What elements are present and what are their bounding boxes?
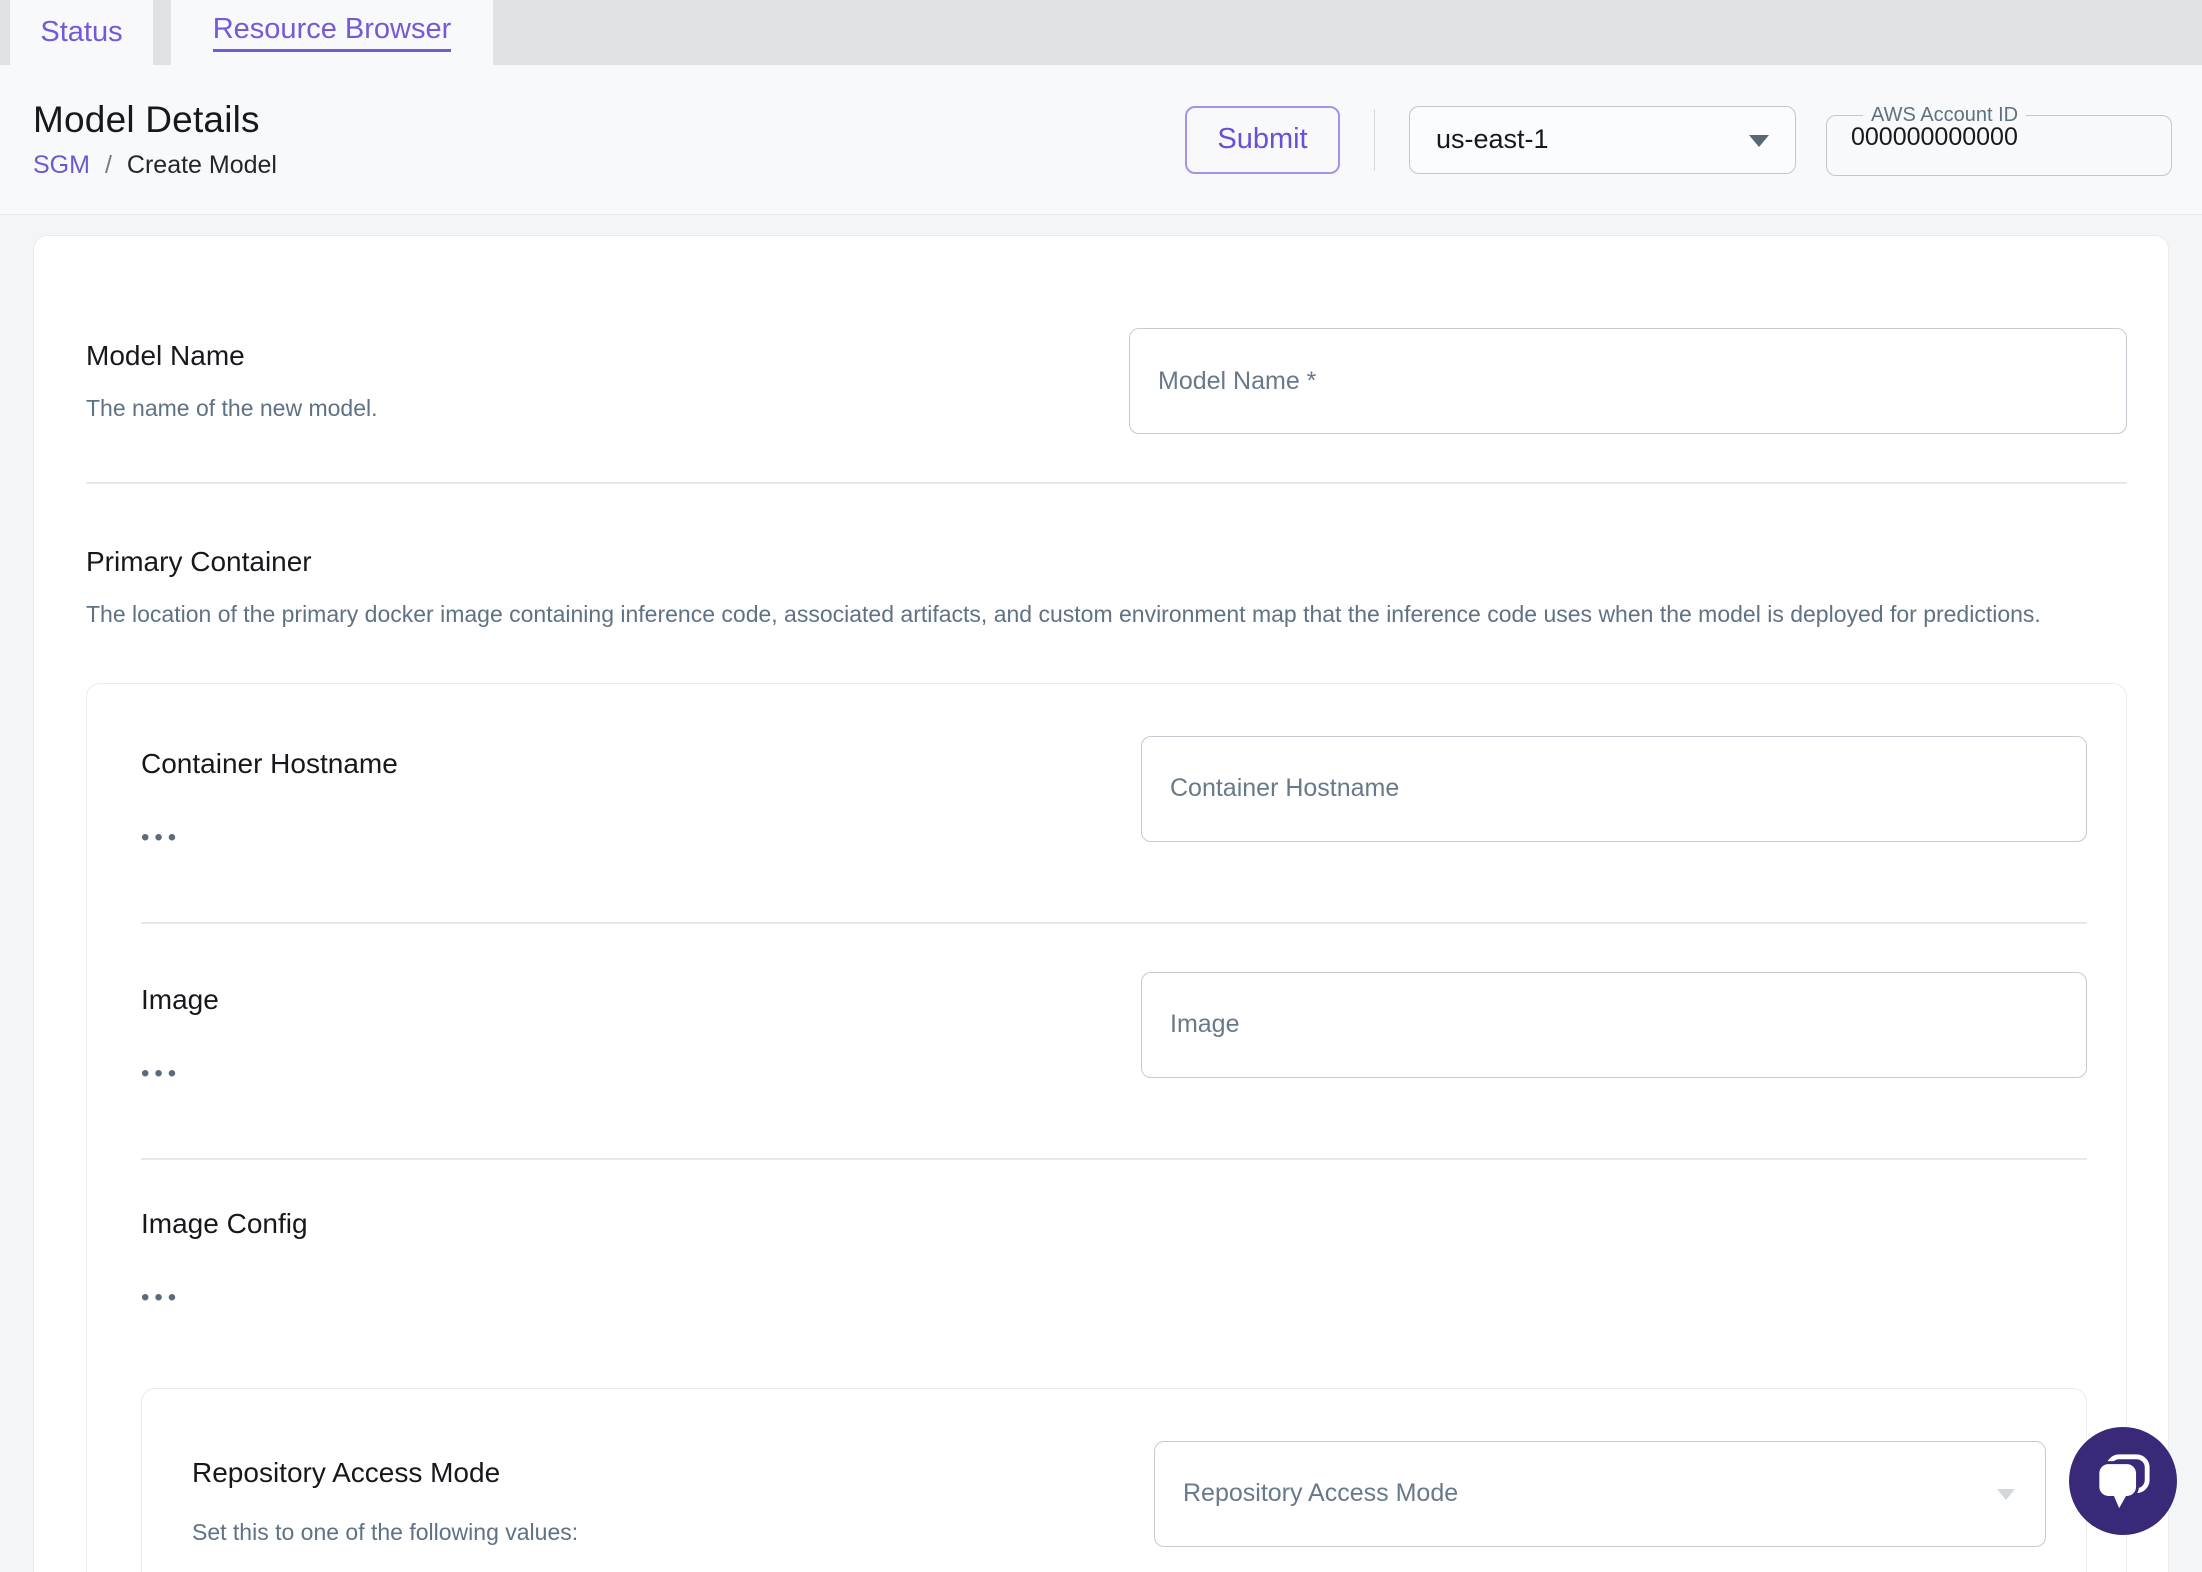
repository-access-mode-select[interactable]: Repository Access Mode xyxy=(1154,1440,2046,1547)
image-info: Image ••• xyxy=(141,972,1141,1086)
repo-mode-platform-text: - The model image is hosted in Amazon EC… xyxy=(342,1568,807,1572)
tab-resource-browser[interactable]: Resource Browser xyxy=(171,0,493,65)
chat-widget-button[interactable] xyxy=(2069,1427,2177,1535)
chat-bubbles-icon xyxy=(2096,1454,2150,1509)
title-block: Model Details SGM / Create Model xyxy=(33,99,277,180)
model-name-heading: Model Name xyxy=(86,340,245,371)
repository-access-mode-description: Set this to one of the following values: xyxy=(192,1518,579,1545)
image-config-group: Repository Access Mode Set this to one o… xyxy=(141,1387,2087,1572)
primary-container-group: Container Hostname ••• Image ••• xyxy=(86,682,2127,1572)
page-header: Model Details SGM / Create Model Submit … xyxy=(0,65,2202,215)
repository-access-mode-options-help: Platform - The model image is hosted in … xyxy=(192,1560,1094,1572)
model-name-row: Model Name The name of the new model. xyxy=(86,328,2127,434)
region-select-value: us-east-1 xyxy=(1436,124,1549,154)
row-divider xyxy=(141,921,2087,924)
image-config-label: Image Config xyxy=(141,1207,308,1239)
tab-status[interactable]: Status xyxy=(10,0,153,65)
repository-access-mode-label: Repository Access Mode xyxy=(192,1456,501,1488)
container-hostname-input[interactable] xyxy=(1141,735,2087,842)
container-hostname-info: Container Hostname ••• xyxy=(141,736,1141,850)
model-details-card: Model Name The name of the new model. Pr… xyxy=(33,235,2169,1572)
breadcrumb: SGM / Create Model xyxy=(33,151,277,180)
container-hostname-expander[interactable]: ••• xyxy=(141,825,181,850)
image-label: Image xyxy=(141,983,219,1015)
breadcrumb-link-sgm[interactable]: SGM xyxy=(33,151,90,180)
image-row: Image ••• xyxy=(141,971,2087,1086)
tab-status-label: Status xyxy=(40,16,123,48)
tab-bar: Status Resource Browser xyxy=(0,0,2202,65)
submit-button[interactable]: Submit xyxy=(1185,105,1340,174)
main-content: Model Name The name of the new model. Pr… xyxy=(0,215,2202,1572)
primary-container-heading: Primary Container xyxy=(86,546,312,577)
image-config-expander[interactable]: ••• xyxy=(141,1285,181,1310)
image-expander[interactable]: ••• xyxy=(141,1061,181,1086)
model-name-input[interactable] xyxy=(1129,328,2127,434)
breadcrumb-separator: / xyxy=(104,151,112,179)
model-name-info: Model Name The name of the new model. xyxy=(86,328,1129,427)
aws-account-id-field: AWS Account ID xyxy=(1826,103,2172,176)
page-title: Model Details xyxy=(33,99,260,140)
container-hostname-label: Container Hostname xyxy=(141,747,398,779)
region-select[interactable]: us-east-1 xyxy=(1409,105,1796,174)
primary-container-section: Primary Container The location of the pr… xyxy=(86,546,2127,1572)
container-hostname-row: Container Hostname ••• xyxy=(141,735,2087,850)
repository-access-mode-placeholder: Repository Access Mode xyxy=(1183,1479,1459,1508)
breadcrumb-current: Create Model xyxy=(126,151,277,179)
image-input[interactable] xyxy=(1141,971,2087,1078)
header-divider xyxy=(1374,108,1375,171)
chevron-down-icon xyxy=(1997,1488,2015,1500)
chevron-down-icon xyxy=(1749,134,1769,147)
model-name-description: The name of the new model. xyxy=(86,395,378,421)
primary-container-description: The location of the primary docker image… xyxy=(86,601,2041,627)
header-actions: Submit us-east-1 AWS Account ID xyxy=(1185,103,2172,176)
repository-access-mode-row: Repository Access Mode Set this to one o… xyxy=(192,1440,2046,1572)
section-divider xyxy=(86,482,2127,484)
repository-access-mode-info: Repository Access Mode Set this to one o… xyxy=(192,1441,1154,1572)
row-divider xyxy=(141,1157,2087,1160)
aws-account-id-input[interactable] xyxy=(1851,122,2147,152)
repo-mode-option-platform: Platform - The model image is hosted in … xyxy=(224,1560,1094,1572)
image-config-section: Image Config ••• Repository Access Mode … xyxy=(141,1208,2087,1572)
tab-resource-browser-label: Resource Browser xyxy=(212,13,452,52)
